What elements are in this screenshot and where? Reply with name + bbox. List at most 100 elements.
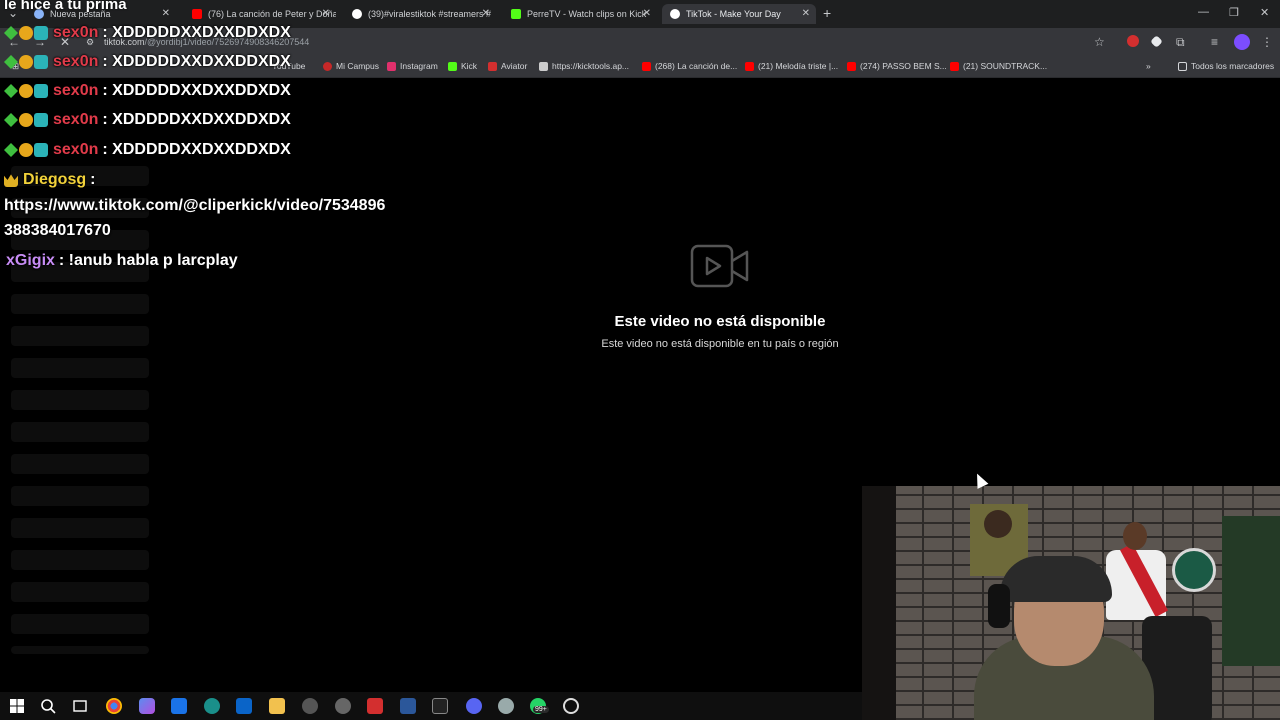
- discord-icon[interactable]: [466, 698, 482, 714]
- chat-message: sex0n : XDDDDDXXDXXDDXDX: [4, 82, 291, 100]
- youtube-icon: [642, 61, 651, 71]
- windows-taskbar: 99+: [0, 692, 862, 720]
- skeleton-row: [11, 294, 149, 314]
- sub-badge-icon: [34, 26, 48, 40]
- chat-separator: :: [102, 82, 108, 99]
- new-tab-button[interactable]: +: [823, 5, 831, 21]
- bookmark-melodia[interactable]: (21) Melodía triste |...: [745, 61, 838, 71]
- kick-icon: [448, 61, 457, 71]
- restore-button[interactable]: ❐: [1229, 6, 1239, 19]
- close-icon[interactable]: ✕: [802, 8, 810, 19]
- coin-badge-icon: [19, 55, 33, 69]
- app-icon[interactable]: [498, 698, 514, 714]
- skeleton-row: [11, 422, 149, 442]
- folder-icon[interactable]: [269, 698, 285, 714]
- extension-icon[interactable]: [1127, 35, 1139, 47]
- gift-badge-icon: [4, 143, 18, 157]
- bookmark-label: (274) PASSO BEM S...: [860, 61, 947, 71]
- search-icon[interactable]: [40, 698, 56, 714]
- bookmark-passo[interactable]: (274) PASSO BEM S...: [847, 61, 947, 71]
- avatar[interactable]: [1234, 34, 1250, 50]
- outlook-icon[interactable]: [236, 698, 252, 714]
- tab-kick[interactable]: PerreTV - Watch clips on Kick ✕: [503, 4, 657, 24]
- youtube-icon: [950, 61, 959, 71]
- app-icon[interactable]: [432, 698, 448, 714]
- skeleton-row: [11, 582, 149, 602]
- chat-message: sex0n : XDDDDDXXDXXDDXDX: [4, 141, 291, 159]
- chat-header-text: le hice a tu prima: [4, 0, 127, 13]
- capture-app-icon[interactable]: [367, 698, 383, 714]
- obs-icon[interactable]: [563, 698, 579, 714]
- skeleton-row: [11, 390, 149, 410]
- skeleton-row: [11, 646, 149, 654]
- gift-badge-icon: [4, 113, 18, 127]
- chat-text: https://www.tiktok.com/@cliperkick/video…: [4, 197, 386, 214]
- chat-separator: :: [102, 24, 108, 41]
- chat-text: 388384017670: [4, 222, 111, 239]
- folder-icon: [1178, 61, 1187, 71]
- coin-badge-icon: [19, 26, 33, 40]
- aviator-icon: [488, 61, 497, 71]
- edge-icon[interactable]: [204, 698, 220, 714]
- bookmark-kicktools[interactable]: https://kicktools.ap...: [539, 61, 629, 71]
- grid-icon: [539, 61, 548, 71]
- extensions-puzzle-icon[interactable]: ⧉: [1176, 35, 1185, 50]
- bookmark-kick[interactable]: Kick: [448, 61, 477, 71]
- chat-separator: :: [102, 141, 108, 158]
- close-icon[interactable]: ✕: [482, 8, 490, 19]
- app-icon[interactable]: [302, 698, 318, 714]
- menu-icon[interactable]: ⋮: [1261, 35, 1273, 49]
- kick-icon: [511, 9, 521, 19]
- youtube-icon: [745, 61, 754, 71]
- minimize-button[interactable]: —: [1198, 6, 1209, 18]
- bookmark-soundtrack[interactable]: (21) SOUNDTRACK...: [950, 61, 1047, 71]
- chat-text: XDDDDDXXDXXDDXDX: [112, 141, 291, 158]
- bookmark-label: Todos los marcadores: [1191, 61, 1275, 71]
- chat-separator: :: [102, 111, 108, 128]
- bookmark-star-icon[interactable]: ☆: [1094, 35, 1105, 49]
- sub-badge-icon: [34, 55, 48, 69]
- task-view-icon[interactable]: [72, 698, 88, 714]
- gift-badge-icon: [4, 26, 18, 40]
- chat-message: sex0n : XDDDDDXXDXXDDXDX: [4, 111, 291, 129]
- app-icon[interactable]: [335, 698, 351, 714]
- skeleton-row: [11, 550, 149, 570]
- headphones: [988, 584, 1010, 628]
- skeleton-row: [11, 454, 149, 474]
- chat-separator: :: [102, 53, 108, 70]
- extension-icon[interactable]: [1150, 35, 1163, 48]
- bookmark-cancion[interactable]: (268) La canción de...: [642, 61, 737, 71]
- media-control-icon[interactable]: ≡: [1211, 35, 1218, 49]
- chat-username: sex0n: [53, 82, 99, 99]
- windows-start-icon[interactable]: [9, 698, 25, 714]
- chat-message: xGigix: !anub habla p larcplay: [6, 252, 238, 270]
- chrome-icon[interactable]: [106, 698, 122, 714]
- skeleton-row: [11, 326, 149, 346]
- skeleton-row: [11, 358, 149, 378]
- notification-badge: 99+: [533, 706, 549, 713]
- tab-tiktok-active[interactable]: TikTok - Make Your Day ✕: [662, 4, 816, 24]
- bookmark-aviator[interactable]: Aviator: [488, 61, 527, 71]
- copilot-icon[interactable]: [139, 698, 155, 714]
- chat-message: sex0n : XDDDDDXXDXXDDXDX: [4, 53, 291, 71]
- stream-chat-overlay: le hice a tu prima sex0n : XDDDDDXXDXXDD…: [0, 0, 420, 290]
- close-icon[interactable]: ✕: [643, 8, 651, 19]
- streamer-cap: [1000, 556, 1112, 602]
- chat-text: XDDDDDXXDXXDDXDX: [112, 111, 291, 128]
- shelf: [1222, 516, 1280, 666]
- gift-badge-icon: [4, 55, 18, 69]
- chat-username: sex0n: [53, 111, 99, 128]
- sub-badge-icon: [34, 84, 48, 98]
- user-badges: [4, 173, 19, 187]
- close-window-button[interactable]: ✕: [1260, 6, 1269, 19]
- chat-message: sex0n : XDDDDDXXDXXDDXDX: [4, 24, 291, 42]
- all-bookmarks[interactable]: Todos los marcadores: [1178, 61, 1274, 71]
- word-icon[interactable]: [400, 698, 416, 714]
- chat-username: xGigix: [6, 252, 55, 269]
- store-icon[interactable]: [171, 698, 187, 714]
- user-badges: [4, 84, 49, 98]
- bookmark-label: (21) SOUNDTRACK...: [963, 61, 1048, 71]
- tiktok-icon: [670, 9, 680, 19]
- user-badges: [4, 55, 49, 69]
- more-bookmarks-icon[interactable]: »: [1146, 61, 1151, 71]
